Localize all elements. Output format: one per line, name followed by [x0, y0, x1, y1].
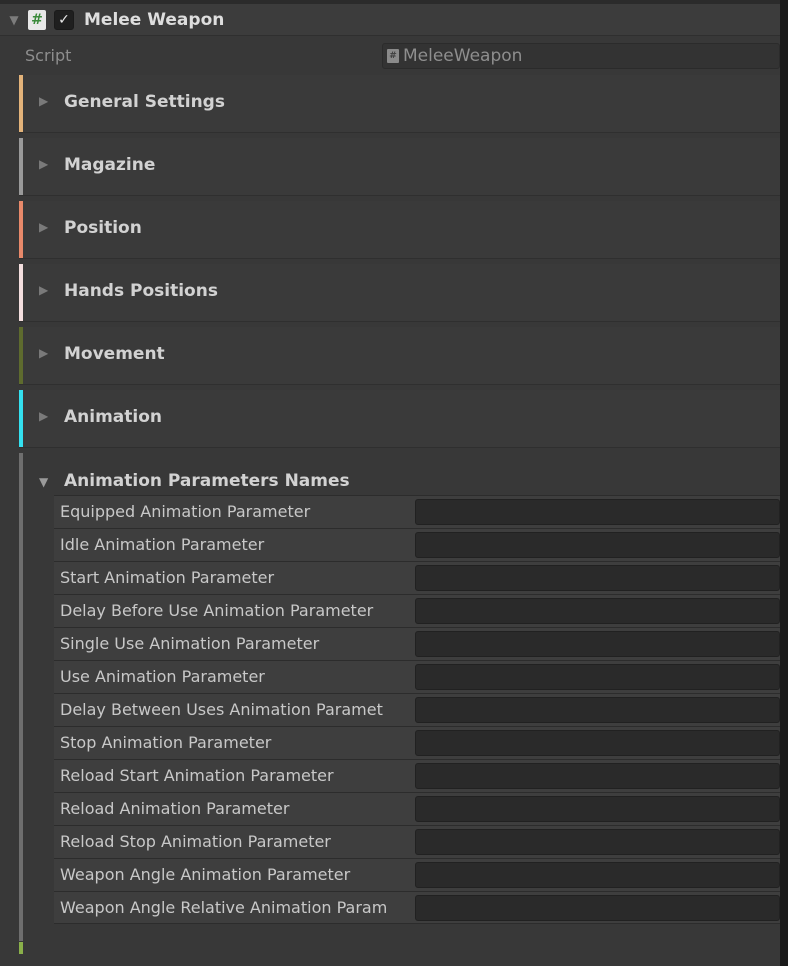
section-animation-parameters-names: ▼ Animation Parameters Names Equipped An…: [19, 453, 780, 941]
parameter-row: Reload Start Animation Parameter: [54, 759, 780, 792]
section-label: Hands Positions: [64, 281, 218, 301]
expand-arrow-icon[interactable]: ▶: [39, 157, 48, 171]
parameter-row: Delay Between Uses Animation Paramet: [54, 693, 780, 726]
parameter-label: Idle Animation Parameter: [60, 535, 265, 554]
section-label[interactable]: Animation Parameters Names: [64, 471, 350, 491]
parameter-label: Weapon Angle Relative Animation Param: [60, 898, 388, 917]
section-color-bar: [19, 453, 23, 941]
section-color-bar: [19, 390, 23, 447]
parameter-row: Reload Animation Parameter: [54, 792, 780, 825]
parameter-label: Use Animation Parameter: [60, 667, 265, 686]
section-label: Magazine: [64, 155, 156, 175]
script-field-value: MeleeWeapon: [403, 46, 523, 66]
parameter-text-field[interactable]: [415, 532, 780, 558]
parameter-label: Reload Start Animation Parameter: [60, 766, 334, 785]
parameter-text-field[interactable]: [415, 862, 780, 888]
section-color-bar: [19, 264, 23, 321]
parameter-row: Start Animation Parameter: [54, 561, 780, 594]
component-title: Melee Weapon: [84, 9, 225, 30]
component-enabled-checkbox[interactable]: ✓: [54, 9, 74, 30]
parameter-label: Reload Stop Animation Parameter: [60, 832, 331, 851]
component-header[interactable]: ▼ # ✓ Melee Weapon: [0, 4, 780, 36]
parameter-row: Weapon Angle Animation Parameter: [54, 858, 780, 891]
parameter-row: Stop Animation Parameter: [54, 726, 780, 759]
parameter-text-field[interactable]: [415, 631, 780, 657]
section-color-bar: [19, 201, 23, 258]
parameter-text-field[interactable]: [415, 565, 780, 591]
script-object-field[interactable]: # MeleeWeapon: [382, 43, 780, 69]
parameter-text-field[interactable]: [415, 697, 780, 723]
expand-arrow-icon[interactable]: ▶: [39, 409, 48, 423]
expand-arrow-icon[interactable]: ▶: [39, 283, 48, 297]
parameter-text-field[interactable]: [415, 763, 780, 789]
script-label: Script: [25, 45, 72, 65]
section-hands-positions[interactable]: ▶ Hands Positions: [19, 264, 780, 322]
parameter-label: Equipped Animation Parameter: [60, 502, 311, 521]
next-section-color-bar: [19, 942, 23, 954]
parameter-text-field[interactable]: [415, 796, 780, 822]
section-animation[interactable]: ▶ Animation: [19, 390, 780, 448]
parameter-label: Stop Animation Parameter: [60, 733, 272, 752]
section-color-bar: [19, 327, 23, 384]
script-file-icon: #: [387, 49, 399, 63]
parameter-row: Idle Animation Parameter: [54, 528, 780, 561]
section-label: Animation: [64, 407, 163, 427]
expand-arrow-icon[interactable]: ▶: [39, 94, 48, 108]
parameter-row: Delay Before Use Animation Parameter: [54, 594, 780, 627]
parameter-label: Delay Before Use Animation Parameter: [60, 601, 374, 620]
expand-arrow-icon[interactable]: ▶: [39, 346, 48, 360]
component-fold-icon[interactable]: ▼: [0, 13, 28, 27]
script-row: Script # MeleeWeapon: [0, 38, 780, 72]
section-position[interactable]: ▶ Position: [19, 201, 780, 259]
parameter-row: Use Animation Parameter: [54, 660, 780, 693]
parameter-text-field[interactable]: [415, 730, 780, 756]
parameter-text-field[interactable]: [415, 664, 780, 690]
parameter-label: Single Use Animation Parameter: [60, 634, 320, 653]
inspector-scrollbar[interactable]: [780, 0, 788, 966]
parameter-text-field[interactable]: [415, 895, 780, 921]
parameter-row: Reload Stop Animation Parameter: [54, 825, 780, 858]
section-magazine[interactable]: ▶ Magazine: [19, 138, 780, 196]
parameter-label: Start Animation Parameter: [60, 568, 275, 587]
parameter-label: Reload Animation Parameter: [60, 799, 290, 818]
section-color-bar: [19, 138, 23, 195]
parameter-label: Weapon Angle Animation Parameter: [60, 865, 351, 884]
script-icon: #: [28, 9, 46, 30]
parameter-row: Weapon Angle Relative Animation Param: [54, 891, 780, 924]
parameter-row: Equipped Animation Parameter: [54, 495, 780, 528]
parameter-text-field[interactable]: [415, 598, 780, 624]
parameter-text-field[interactable]: [415, 829, 780, 855]
parameter-text-field[interactable]: [415, 499, 780, 525]
parameter-label: Delay Between Uses Animation Paramet: [60, 700, 383, 719]
parameter-row: Single Use Animation Parameter: [54, 627, 780, 660]
section-label: Position: [64, 218, 142, 238]
section-movement[interactable]: ▶ Movement: [19, 327, 780, 385]
parameter-list: Equipped Animation Parameter Idle Animat…: [54, 495, 780, 924]
section-label: Movement: [64, 344, 165, 364]
expand-arrow-icon[interactable]: ▶: [39, 220, 48, 234]
collapse-arrow-icon[interactable]: ▼: [39, 475, 48, 489]
section-color-bar: [19, 75, 23, 132]
section-general-settings[interactable]: ▶ General Settings: [19, 75, 780, 133]
section-label: General Settings: [64, 92, 225, 112]
